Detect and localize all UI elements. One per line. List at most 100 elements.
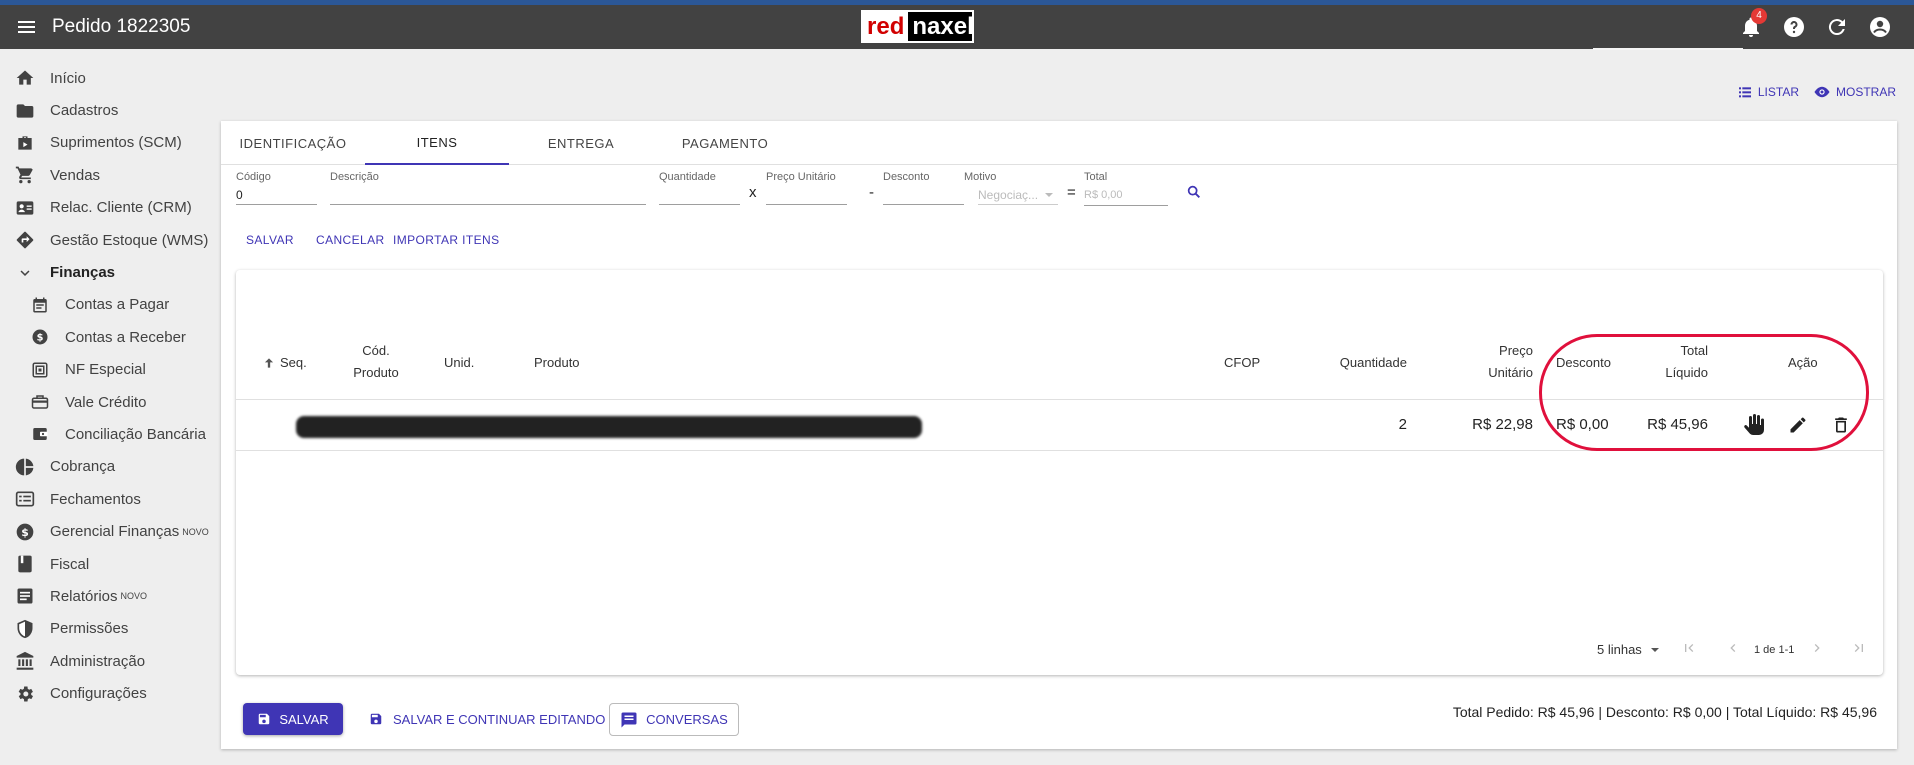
conversations-button[interactable]: CONVERSAS: [609, 703, 739, 736]
account-circle-icon: [1870, 17, 1890, 37]
edit-button[interactable]: [1785, 412, 1811, 438]
sidebar-item-label: NF Especial: [65, 361, 146, 379]
sidebar-item-contas-a-receber[interactable]: $ Contas a Receber: [0, 321, 220, 353]
help-button[interactable]: [1782, 15, 1806, 39]
first-page-button[interactable]: [1680, 639, 1698, 657]
sidebar-item-conciliacao-bancaria[interactable]: Conciliação Bancária: [0, 418, 220, 450]
rows-per-page-select[interactable]: 5 linhas: [1597, 642, 1660, 657]
app-bar: Pedido 1822305 red naxel 4: [0, 5, 1914, 49]
report-icon: [14, 585, 36, 607]
notifications-button[interactable]: 4: [1739, 8, 1767, 39]
column-header-seq[interactable]: Seq.: [262, 352, 307, 374]
next-page-button[interactable]: [1808, 639, 1826, 657]
motivo-select[interactable]: Negociaç...: [978, 185, 1058, 205]
items-table: Seq. Cód. Produto Unid. Produto CFOP Qua…: [236, 270, 1883, 675]
first-page-icon: [1685, 644, 1694, 652]
sidebar-item-wms[interactable]: Gestão Estoque (WMS): [0, 224, 220, 256]
last-page-button[interactable]: [1850, 639, 1868, 657]
pie-chart-icon: [14, 456, 36, 478]
sidebar-item-contas-a-pagar[interactable]: Contas a Pagar: [0, 289, 220, 321]
preco-unitario-field: Preço Unitário: [766, 171, 847, 205]
quantidade-field: Quantidade: [659, 171, 740, 205]
tab-itens[interactable]: ITENS: [365, 121, 509, 165]
column-header-cod-produto[interactable]: Cód. Produto: [336, 340, 416, 384]
logo-red-text: red: [863, 12, 909, 41]
search-button[interactable]: [1186, 184, 1202, 205]
sidebar-item-vendas[interactable]: Vendas: [0, 159, 220, 191]
show-link[interactable]: MOSTRAR: [1813, 83, 1896, 101]
seq-header-label: Seq.: [280, 355, 307, 370]
quantidade-label: Quantidade: [659, 171, 716, 183]
directions-icon: [14, 229, 36, 251]
sidebar-item-fiscal[interactable]: Fiscal: [0, 548, 220, 580]
logo-white-text: naxel: [912, 12, 974, 40]
search-icon: [1187, 185, 1200, 198]
sidebar-item-label: Relac. Cliente (CRM): [50, 199, 192, 217]
sidebar-item-label: Finanças: [50, 264, 116, 282]
sidebar-item-configuracoes[interactable]: Configurações: [0, 677, 220, 709]
import-items-button[interactable]: IMPORTAR ITENS: [393, 233, 500, 247]
descricao-field: Descrição: [330, 171, 646, 205]
tab-entrega[interactable]: ENTREGA: [509, 121, 653, 165]
list-link[interactable]: LISTAR: [1737, 83, 1799, 101]
save-continue-button[interactable]: SALVAR E CONTINUAR EDITANDO: [369, 703, 605, 735]
column-header-produto[interactable]: Produto: [534, 352, 580, 374]
hand-icon: [1744, 414, 1764, 436]
sidebar-item-label: Contas a Receber: [65, 328, 186, 346]
hand-button[interactable]: [1742, 412, 1768, 438]
sidebar-item-crm[interactable]: Relac. Cliente (CRM): [0, 192, 220, 224]
cart-icon: [14, 164, 36, 186]
sidebar-item-cadastros[interactable]: Cadastros: [0, 94, 220, 126]
dropdown-arrow-icon: [1650, 647, 1659, 652]
previous-page-button[interactable]: [1724, 639, 1742, 657]
sidebar-item-nf-especial[interactable]: NF Especial: [0, 354, 220, 386]
sidebar-item-suprimentos[interactable]: Suprimentos (SCM): [0, 127, 220, 159]
dollar-circle-icon: $: [14, 521, 36, 543]
sidebar-item-gerencial-financas[interactable]: $ Gerencial Finanças NOVO: [0, 515, 220, 547]
sidebar-item-fechamentos[interactable]: Fechamentos: [0, 483, 220, 515]
new-badge: NOVO: [120, 591, 148, 602]
bank-icon: [14, 650, 36, 672]
sidebar-item-inicio[interactable]: Início: [0, 62, 220, 94]
sidebar-item-relatorios[interactable]: Relatórios NOVO: [0, 580, 220, 612]
sidebar-item-cobranca[interactable]: Cobrança: [0, 451, 220, 483]
cancel-item-button[interactable]: CANCELAR: [316, 233, 385, 247]
column-header-desconto[interactable]: Desconto: [1556, 352, 1611, 374]
equals-operator: =: [1067, 184, 1076, 201]
appbar-underline: [1593, 48, 1743, 50]
codigo-input[interactable]: [236, 185, 317, 205]
card-icon: [29, 391, 51, 413]
column-header-quantidade[interactable]: Quantidade: [1306, 352, 1407, 374]
column-header-preco-unitario[interactable]: Preço Unitário: [1456, 340, 1533, 384]
tab-pagamento[interactable]: PAGAMENTO: [653, 121, 797, 165]
last-page-icon: [1854, 644, 1863, 652]
sidebar-item-permissoes[interactable]: Permissões: [0, 613, 220, 645]
rednaxel-logo: red naxel: [861, 10, 974, 43]
desconto-input[interactable]: [883, 185, 964, 205]
delete-button[interactable]: [1828, 412, 1854, 438]
sidebar-item-label: Fechamentos: [50, 490, 141, 508]
desconto-field: Desconto: [883, 171, 964, 205]
total-input[interactable]: [1084, 185, 1168, 206]
menu-icon[interactable]: [16, 17, 38, 37]
column-header-unid[interactable]: Unid.: [444, 352, 474, 374]
quantidade-input[interactable]: [659, 185, 740, 205]
sidebar-item-vale-credito[interactable]: Vale Crédito: [0, 386, 220, 418]
pencil-icon: [1790, 417, 1806, 433]
sidebar-item-label: Fiscal: [50, 555, 90, 573]
tab-identificacao[interactable]: IDENTIFICAÇÃO: [221, 121, 365, 165]
list-link-label: LISTAR: [1757, 85, 1799, 99]
chevron-down-icon: [14, 262, 36, 284]
sidebar-item-administracao[interactable]: Administração: [0, 645, 220, 677]
descricao-input[interactable]: [330, 185, 646, 205]
save-button[interactable]: SALVAR: [243, 703, 343, 735]
account-button[interactable]: [1868, 15, 1892, 39]
arrow-up-icon: [264, 358, 274, 368]
save-item-button[interactable]: SALVAR: [246, 233, 294, 247]
refresh-button[interactable]: [1825, 15, 1849, 39]
column-header-total-liquido[interactable]: Total Líquido: [1616, 340, 1708, 384]
folder-icon: [14, 100, 36, 122]
sidebar-item-financas[interactable]: Finanças: [0, 256, 220, 288]
column-header-cfop[interactable]: CFOP: [1224, 352, 1260, 374]
preco-unitario-input[interactable]: [766, 185, 847, 205]
